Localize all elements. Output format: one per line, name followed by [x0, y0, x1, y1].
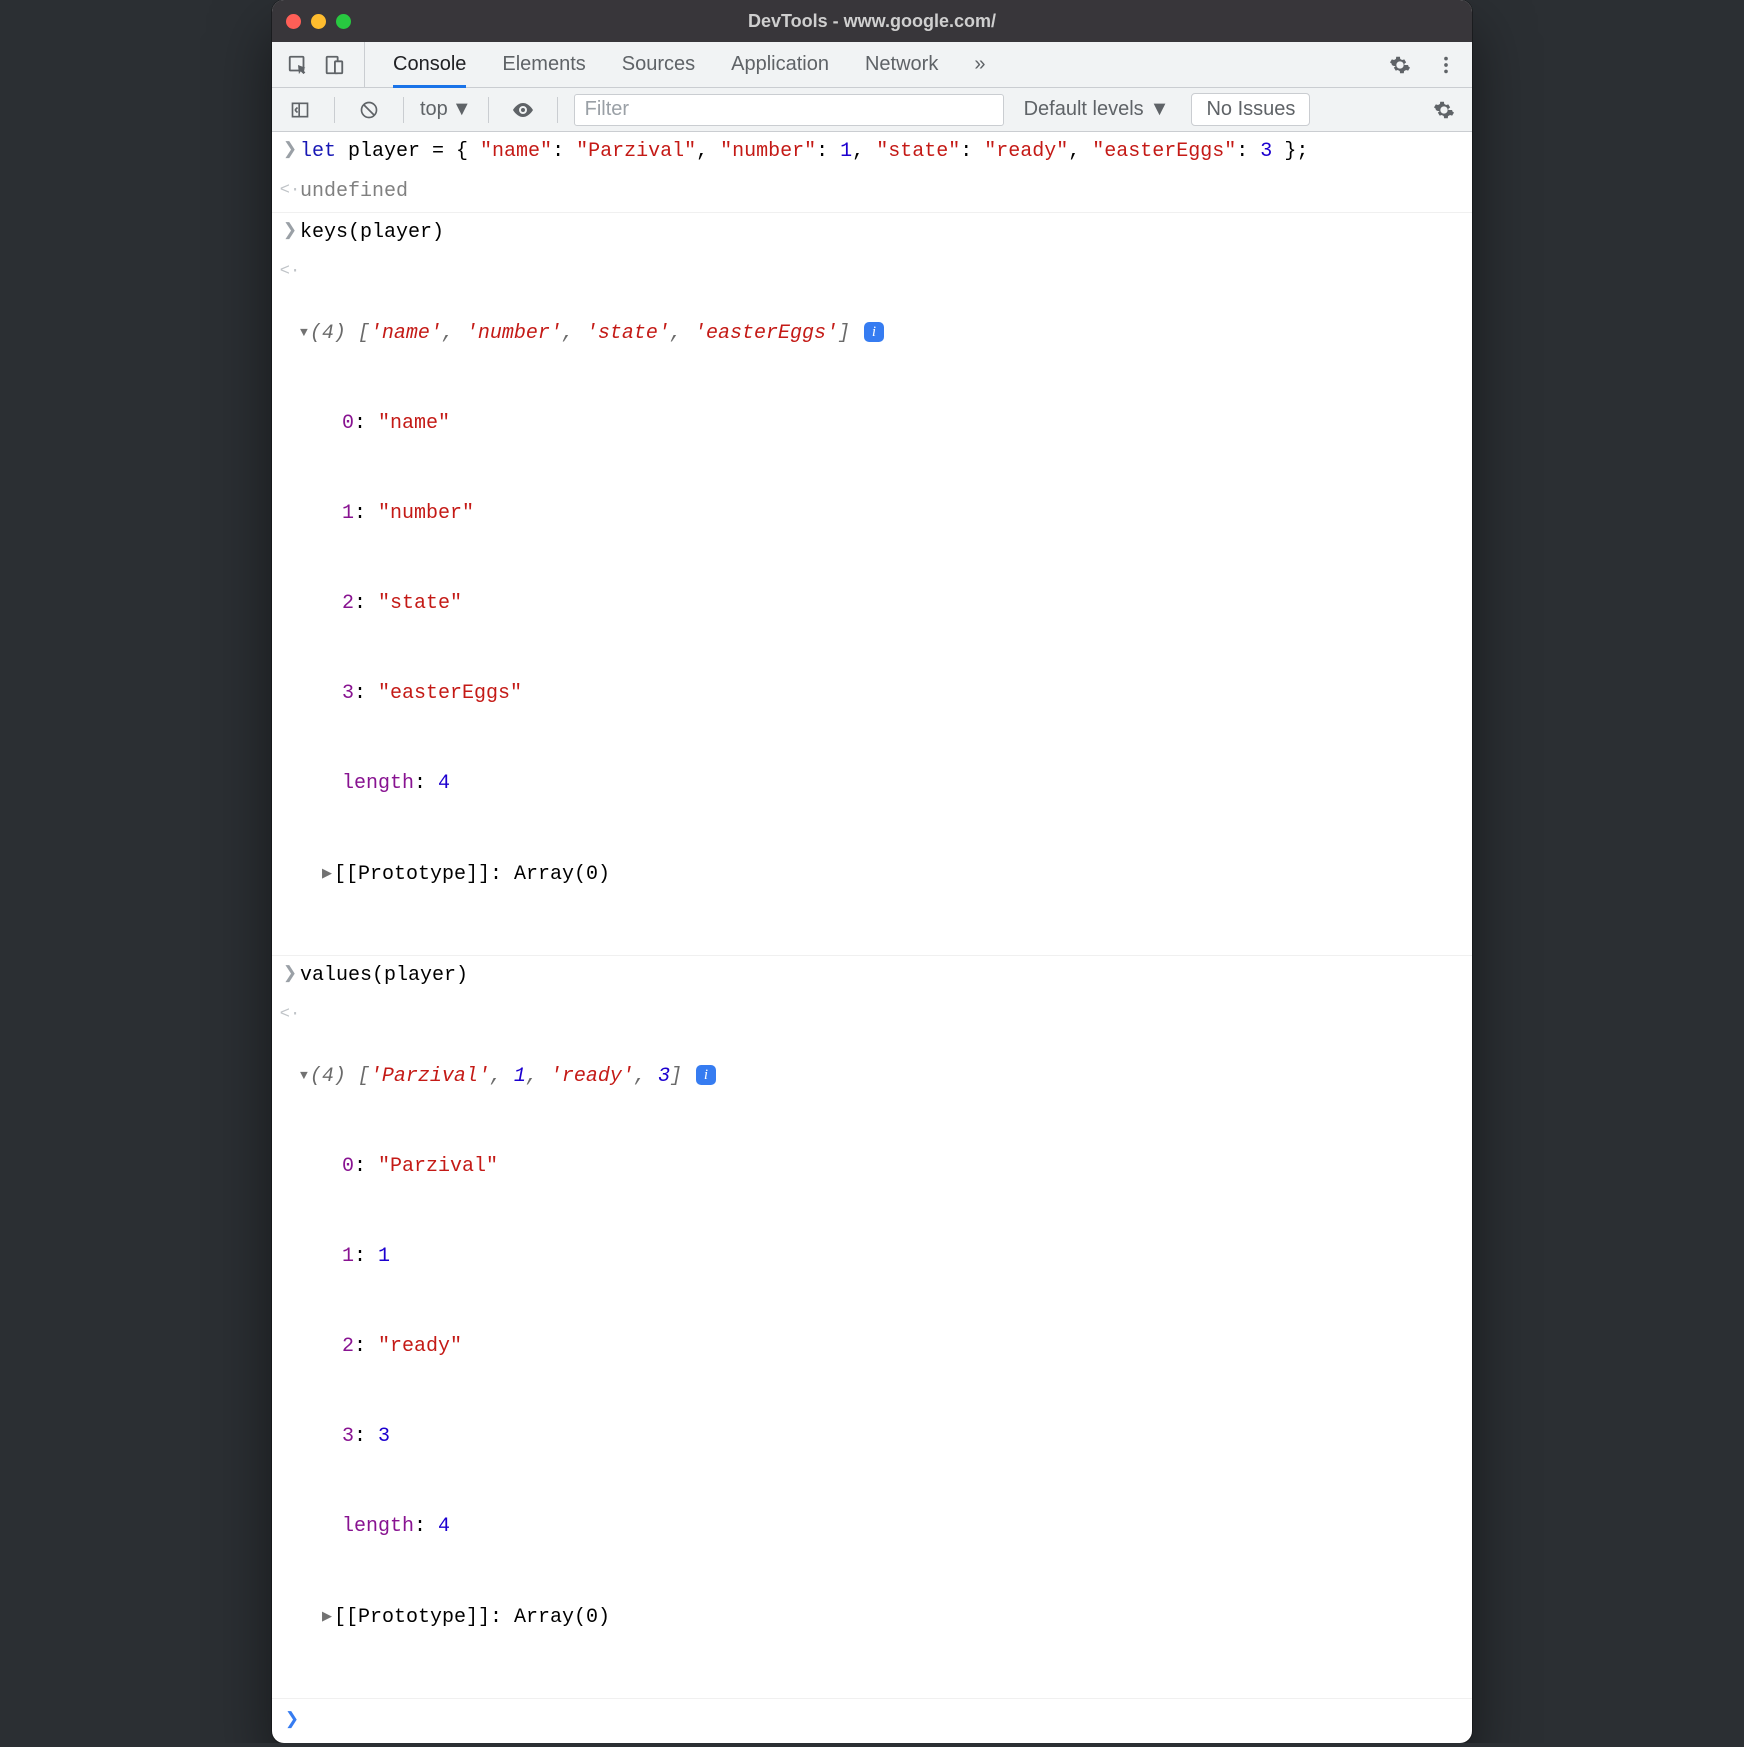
tabbar-left-icons — [280, 42, 365, 87]
filter-input[interactable] — [574, 94, 1004, 126]
close-window-button[interactable] — [286, 14, 301, 29]
console-toolbar: top ▼ Default levels ▼ No Issues — [272, 88, 1472, 132]
console-output: ❯ let player = { "name": "Parzival", "nu… — [272, 132, 1472, 1743]
clear-console-icon[interactable] — [351, 92, 387, 128]
devtools-window: DevTools - www.google.com/ Console Eleme… — [272, 0, 1472, 1743]
settings-icon[interactable] — [1382, 47, 1418, 83]
console-output-row: <· undefined — [272, 172, 1472, 213]
output-arrow-icon: <· — [280, 1001, 300, 1693]
input-prompt-icon: ❯ — [280, 961, 300, 991]
levels-label: Default levels — [1024, 98, 1144, 121]
tabbar: Console Elements Sources Application Net… — [272, 42, 1472, 88]
console-input-row[interactable]: ❯ let player = { "name": "Parzival", "nu… — [272, 132, 1472, 172]
more-tabs-icon[interactable]: » — [974, 42, 985, 87]
input-prompt-icon: ❯ — [282, 1707, 302, 1735]
console-input-prompt[interactable]: ❯ — [272, 1699, 1472, 1743]
log-levels-selector[interactable]: Default levels ▼ — [1024, 98, 1170, 121]
context-label: top — [420, 98, 448, 121]
tab-console[interactable]: Console — [393, 42, 466, 87]
expand-triangle-icon[interactable]: ▼ — [300, 1061, 308, 1091]
console-output-row[interactable]: <· ▼(4) ['name', 'number', 'state', 'eas… — [272, 253, 1472, 956]
output-arrow-icon: <· — [280, 258, 300, 950]
console-input-row[interactable]: ❯ values(player) — [272, 956, 1472, 996]
tabs: Console Elements Sources Application Net… — [393, 42, 1374, 87]
console-input-empty[interactable] — [302, 1707, 1462, 1735]
live-expression-icon[interactable] — [505, 92, 541, 128]
window-title: DevTools - www.google.com/ — [748, 11, 996, 32]
tab-network[interactable]: Network — [865, 42, 938, 87]
input-prompt-icon: ❯ — [280, 218, 300, 248]
console-input-text: let player = { "name": "Parzival", "numb… — [300, 137, 1462, 167]
expand-triangle-icon[interactable]: ▶ — [322, 1602, 332, 1632]
console-output-row[interactable]: <· ▼(4) ['Parzival', 1, 'ready', 3] i 0:… — [272, 996, 1472, 1699]
console-input-text: keys(player) — [300, 218, 1462, 248]
tab-elements[interactable]: Elements — [502, 42, 585, 87]
console-settings-icon[interactable] — [1426, 92, 1462, 128]
output-arrow-icon: <· — [280, 177, 300, 207]
chevron-down-icon: ▼ — [1150, 98, 1170, 121]
inspect-element-icon[interactable] — [280, 47, 316, 83]
array-values-output: ▼(4) ['Parzival', 1, 'ready', 3] i 0: "P… — [300, 1001, 1462, 1693]
console-input-text: values(player) — [300, 961, 1462, 991]
device-toolbar-icon[interactable] — [316, 47, 352, 83]
tab-application[interactable]: Application — [731, 42, 829, 87]
execution-context-selector[interactable]: top ▼ — [420, 98, 472, 121]
array-keys-output: ▼(4) ['name', 'number', 'state', 'easter… — [300, 258, 1462, 950]
tab-sources[interactable]: Sources — [622, 42, 695, 87]
traffic-lights — [272, 14, 351, 29]
console-sidebar-toggle-icon[interactable] — [282, 92, 318, 128]
output-undefined: undefined — [300, 177, 1462, 207]
input-prompt-icon: ❯ — [280, 137, 300, 167]
chevron-down-icon: ▼ — [452, 98, 472, 121]
info-badge-icon[interactable]: i — [696, 1065, 716, 1085]
console-input-row[interactable]: ❯ keys(player) — [272, 213, 1472, 253]
maximize-window-button[interactable] — [336, 14, 351, 29]
tabbar-right-controls — [1382, 47, 1464, 83]
kebab-menu-icon[interactable] — [1428, 47, 1464, 83]
expand-triangle-icon[interactable]: ▶ — [322, 859, 332, 889]
minimize-window-button[interactable] — [311, 14, 326, 29]
titlebar[interactable]: DevTools - www.google.com/ — [272, 0, 1472, 42]
issues-button[interactable]: No Issues — [1191, 93, 1310, 126]
expand-triangle-icon[interactable]: ▼ — [300, 318, 308, 348]
info-badge-icon[interactable]: i — [864, 322, 884, 342]
